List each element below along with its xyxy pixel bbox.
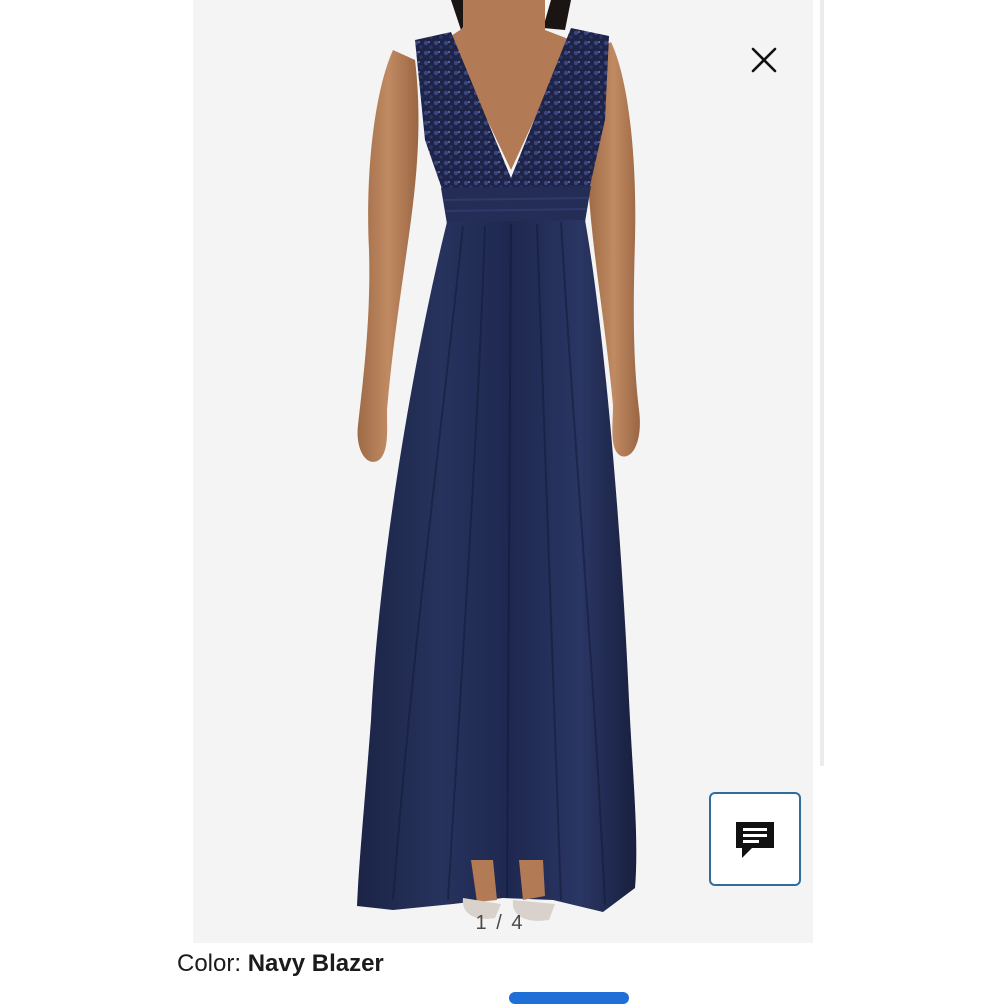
close-button[interactable]	[742, 38, 786, 82]
chat-button[interactable]	[709, 792, 801, 886]
color-value: Navy Blazer	[247, 950, 384, 977]
color-selector: Color: Navy Blazer	[177, 950, 384, 978]
scroll-track[interactable]	[820, 0, 824, 766]
chat-icon	[736, 822, 774, 858]
scroll-indicator	[509, 992, 629, 1004]
image-counter: 1 / 4	[475, 912, 525, 934]
close-icon	[751, 47, 777, 73]
color-label: Color:	[177, 950, 248, 977]
